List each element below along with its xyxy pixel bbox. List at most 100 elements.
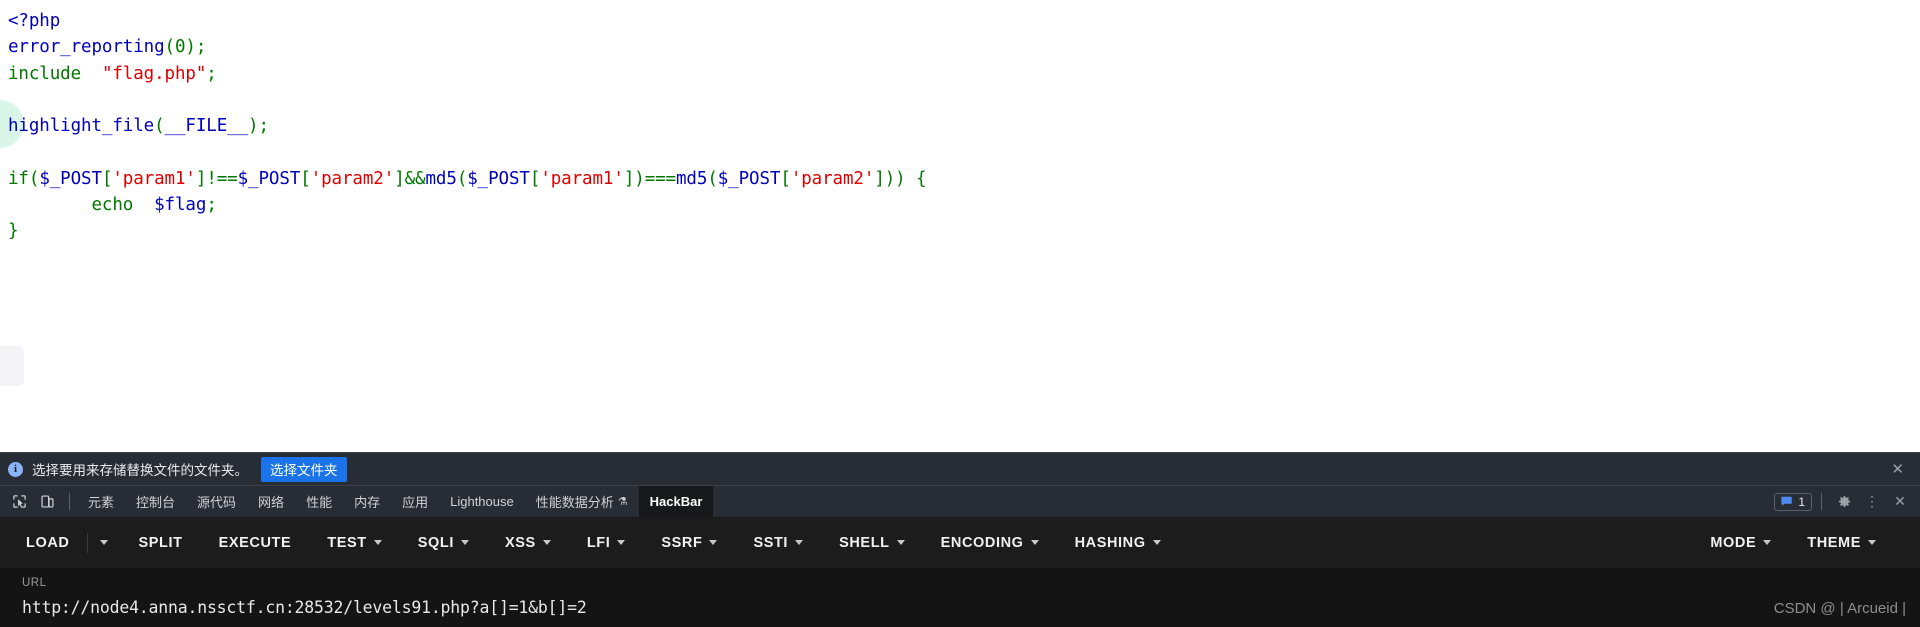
tab-控制台[interactable]: 控制台 (125, 486, 186, 517)
code-token: $flag (154, 195, 207, 216)
hackbar-hashing-button[interactable]: HASHING (1057, 527, 1179, 559)
hackbar-lfi-button[interactable]: LFI (569, 527, 644, 559)
tab-label: 性能数据分析 (535, 495, 614, 510)
notification-message: 选择要用来存储替换文件的文件夹。 (32, 463, 248, 478)
devtools-tabbar: 元素 控制台 源代码 网络 性能 内存 应用 Lighthouse 性能数据分析 ⚗ HackBar… (0, 485, 1920, 517)
hackbar-item-label: ENCODING (940, 534, 1024, 551)
code-token: && (404, 168, 426, 189)
hackbar-mode-button[interactable]: MODE (1684, 527, 1789, 559)
device-toolbar-icon[interactable] (34, 489, 60, 515)
code-token: 'param2' (790, 168, 875, 189)
code-token: ] (874, 168, 885, 189)
notification-close-icon[interactable]: ✕ (1883, 462, 1912, 477)
message-count-pill[interactable]: 1 (1774, 492, 1812, 511)
code-token: $_POST (467, 168, 530, 189)
code-token: ; (206, 63, 217, 84)
select-folder-button[interactable]: 选择文件夹 (261, 456, 347, 482)
code-token: "flag.php" (101, 63, 207, 84)
screenshot-root: ) <?php error_reporting(0); include "fla… (0, 0, 1920, 627)
code-token: ) (634, 168, 645, 189)
hackbar-load-dropdown[interactable] (88, 532, 120, 553)
tab-Lighthouse[interactable]: Lighthouse (439, 486, 525, 517)
hackbar-menu-group: LOAD SPLIT EXECUTE TEST SQLI XSS LFI SSRF SSTI SH… (0, 527, 1179, 559)
flask-icon: ⚗ (617, 496, 628, 508)
message-icon (1781, 496, 1793, 506)
code-token: <?php (8, 11, 61, 31)
code-token: === (644, 168, 676, 189)
gear-icon[interactable] (1831, 489, 1857, 515)
hackbar-item-label: LOAD (26, 534, 70, 551)
code-token: 'param1' (112, 168, 196, 189)
code-token: 0 (174, 37, 186, 58)
code-token: ( (707, 168, 718, 189)
code-token: ) (185, 37, 196, 58)
code-token: ; (195, 37, 207, 58)
code-token: $_POST (717, 168, 781, 189)
hackbar-encoding-button[interactable]: ENCODING (923, 527, 1057, 559)
code-line: include "flag.php"; (8, 64, 217, 84)
code-token: ] (394, 168, 405, 189)
tab-内存[interactable]: 内存 (343, 486, 391, 517)
tab-源代码[interactable]: 源代码 (186, 486, 247, 517)
hackbar-url-row: URL http://node4.anna.nssctf.cn:28532/le… (0, 568, 1920, 627)
hackbar-execute-button[interactable]: EXECUTE (201, 527, 310, 559)
code-line: if($_POST['param1']!==$_POST['param2']&&… (8, 169, 927, 189)
hackbar-load-button[interactable]: LOAD (0, 527, 87, 559)
hackbar-item-label: SSRF (661, 534, 703, 551)
code-token: include (8, 63, 82, 84)
hackbar-xss-button[interactable]: XSS (487, 527, 569, 559)
decorative-gray-chip (0, 346, 24, 386)
hackbar-item-label: HASHING (1074, 534, 1146, 551)
tab-应用[interactable]: 应用 (391, 486, 439, 517)
hackbar-test-button[interactable]: TEST (309, 527, 399, 559)
code-token: md5 (676, 168, 708, 189)
hackbar-item-label: LFI (586, 534, 611, 551)
code-token: highlight_file (8, 116, 155, 137)
tab-HackBar[interactable]: HackBar (638, 486, 714, 517)
hackbar-item-label: THEME (1807, 534, 1861, 551)
devtools-tab-list: 元素 控制台 源代码 网络 性能 内存 应用 Lighthouse 性能数据分析 ⚗ HackBar (77, 486, 714, 517)
kebab-menu-icon[interactable]: ⋮ (1859, 489, 1885, 515)
chevron-down-icon (1152, 540, 1161, 545)
code-line: error_reporting(0); (8, 37, 206, 57)
tab-元素[interactable]: 元素 (77, 486, 125, 517)
tab-网络[interactable]: 网络 (247, 486, 295, 517)
hackbar-item-label: XSS (504, 534, 536, 551)
url-input[interactable]: http://node4.anna.nssctf.cn:28532/levels… (22, 598, 1920, 617)
php-source-code: <?php error_reporting(0); include "flag.… (8, 8, 927, 245)
hackbar-theme-button[interactable]: THEME (1789, 527, 1894, 559)
code-token: echo (91, 195, 134, 216)
tab-label: 应用 (402, 495, 429, 510)
decorative-partial-glyph: ) (0, 99, 2, 117)
code-token: )) (884, 168, 906, 189)
hackbar-split-button[interactable]: SPLIT (120, 527, 200, 559)
hackbar-item-label: SHELL (839, 534, 890, 551)
hackbar-toolbar: LOAD SPLIT EXECUTE TEST SQLI XSS LFI SSRF SSTI SH… (0, 517, 1920, 568)
hackbar-item-label: SSTI (753, 534, 789, 551)
devtools-close-icon[interactable]: ✕ (1887, 489, 1913, 515)
devtools-tool-icons (0, 486, 77, 517)
tab-label: 网络 (258, 495, 285, 510)
actions-divider (1821, 493, 1822, 510)
tab-性能[interactable]: 性能 (295, 486, 343, 517)
inspect-element-icon[interactable] (6, 489, 32, 515)
code-token: ( (28, 168, 40, 189)
hackbar-ssti-button[interactable]: SSTI (735, 527, 821, 559)
code-token: md5 (425, 168, 457, 189)
hackbar-shell-button[interactable]: SHELL (821, 527, 923, 559)
message-count: 1 (1798, 494, 1805, 509)
hackbar-ssrf-button[interactable]: SSRF (643, 527, 735, 559)
code-token: !== (206, 168, 238, 189)
hackbar-sqli-button[interactable]: SQLI (400, 527, 487, 559)
hackbar-item-label: EXECUTE (218, 534, 292, 551)
code-token: ] (195, 168, 207, 189)
tab-性能数据分析[interactable]: 性能数据分析 ⚗ (525, 486, 639, 517)
hackbar-item-label: MODE (1710, 534, 1757, 551)
code-token: ( (456, 168, 468, 189)
hackbar-item-label: SQLI (417, 534, 454, 551)
code-token: { (905, 168, 927, 189)
code-token: [ (780, 168, 791, 189)
code-token: [ (101, 168, 113, 189)
tab-label: 内存 (354, 495, 381, 510)
